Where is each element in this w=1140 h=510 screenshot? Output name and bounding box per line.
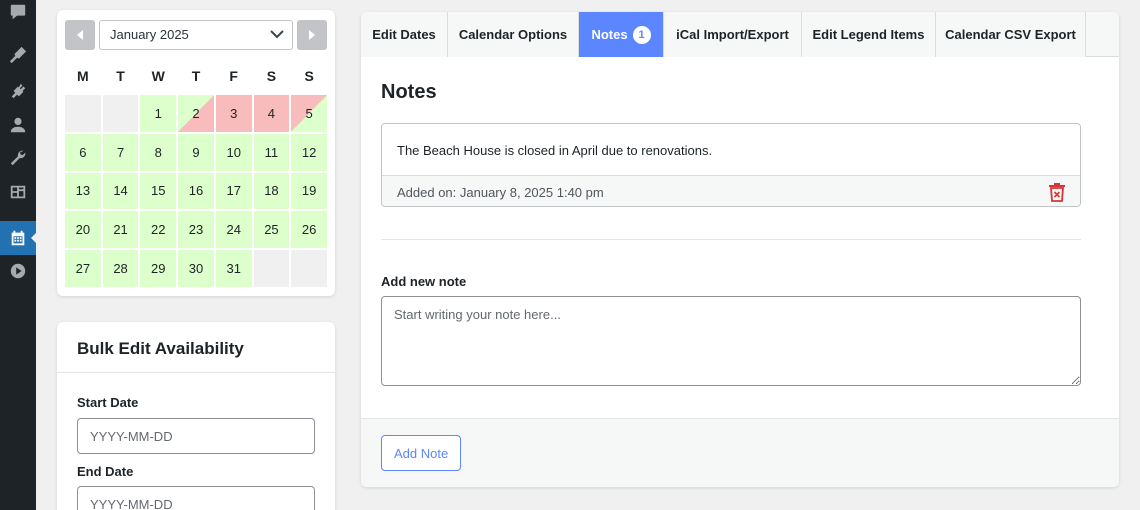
calendar-day[interactable]: 18 — [253, 172, 290, 210]
chevron-down-icon — [270, 30, 284, 39]
calendar-day[interactable]: 11 — [253, 133, 290, 171]
tab-label: Edit Dates — [372, 27, 436, 42]
tab-edit-legend-items[interactable]: Edit Legend Items — [802, 12, 936, 57]
calendar-day[interactable]: 2 — [178, 95, 214, 132]
section-divider — [381, 239, 1081, 240]
month-select-value: January 2025 — [110, 27, 189, 42]
weekday-header: M T W T F S S — [65, 68, 327, 88]
calendar-day[interactable]: 19 — [291, 172, 327, 210]
calendar-day[interactable]: 8 — [140, 133, 177, 171]
calendar-day[interactable]: 31 — [215, 250, 252, 287]
tab-label: Calendar CSV Export — [945, 27, 1076, 42]
add-note-button[interactable]: Add Note — [381, 435, 462, 471]
tab-calendar-csv-export[interactable]: Calendar CSV Export — [936, 12, 1086, 57]
end-date-input[interactable] — [77, 486, 315, 510]
new-note-textarea[interactable] — [381, 296, 1081, 386]
calendar-day[interactable]: 5 — [291, 95, 327, 132]
comments-icon[interactable] — [0, 0, 36, 29]
note-item: The Beach House is closed in April due t… — [381, 123, 1081, 207]
calendar-day-empty — [253, 250, 290, 287]
calendar-day[interactable]: 7 — [102, 133, 139, 171]
note-text: The Beach House is closed in April due t… — [397, 143, 713, 158]
calendar-day[interactable]: 15 — [140, 172, 177, 210]
calendar-day[interactable]: 25 — [253, 211, 290, 249]
calendar-day-empty — [102, 95, 139, 132]
tab-label: iCal Import/Export — [676, 27, 789, 42]
note-timestamp: Added on: January 8, 2025 1:40 pm — [397, 185, 604, 200]
calendar-day[interactable]: 21 — [102, 211, 139, 249]
bulk-edit-header: Bulk Edit Availability — [57, 322, 335, 373]
tab-bar: Edit Dates Calendar Options Notes 1 iCal… — [361, 12, 1119, 57]
tab-notes[interactable]: Notes 1 — [579, 12, 664, 57]
tab-edit-dates[interactable]: Edit Dates — [361, 12, 448, 57]
weekday-label: T — [191, 68, 201, 84]
tools-icon[interactable] — [0, 141, 36, 175]
calendar-day[interactable]: 6 — [65, 133, 101, 171]
previous-month-button[interactable] — [65, 20, 95, 50]
month-select[interactable]: January 2025 — [99, 20, 293, 50]
weekday-label: W — [151, 68, 165, 84]
calendar-day[interactable]: 13 — [65, 172, 101, 210]
calendar-day[interactable]: 29 — [140, 250, 177, 287]
bulk-edit-title: Bulk Edit Availability — [77, 339, 244, 358]
next-month-button[interactable] — [297, 20, 327, 50]
calendar-day[interactable]: 27 — [65, 250, 101, 287]
calendar-day[interactable]: 30 — [178, 250, 214, 287]
start-date-input[interactable] — [77, 418, 315, 454]
calendar-day-empty — [65, 95, 101, 132]
note-footer: Added on: January 8, 2025 1:40 pm — [382, 175, 1080, 206]
calendar-day[interactable]: 12 — [291, 133, 327, 171]
weekday-label: T — [116, 68, 125, 84]
calendar-day[interactable]: 22 — [140, 211, 177, 249]
tab-ical-import-export[interactable]: iCal Import/Export — [664, 12, 802, 57]
calendar-day[interactable]: 14 — [102, 172, 139, 210]
calendar-card: January 2025 M T W T F S S 1 2 3 4 5 6 7 8 9 10 11… — [57, 10, 335, 296]
calendar-day[interactable]: 24 — [215, 211, 252, 249]
arrow-right-icon — [309, 30, 315, 40]
calendar-day[interactable]: 1 — [140, 95, 177, 132]
tab-label: Notes — [591, 27, 628, 42]
tab-calendar-options[interactable]: Calendar Options — [448, 12, 579, 57]
tab-label: Calendar Options — [458, 27, 568, 42]
users-icon[interactable] — [0, 108, 36, 142]
calendar-day[interactable]: 3 — [215, 95, 252, 132]
calendar-editor-panel: Edit Dates Calendar Options Notes 1 iCal… — [361, 12, 1119, 487]
calendar-day[interactable]: 16 — [178, 172, 214, 210]
calendar-day[interactable]: 28 — [102, 250, 139, 287]
calendar-day[interactable]: 20 — [65, 211, 101, 249]
notes-title: Notes — [381, 81, 437, 103]
appearance-icon[interactable] — [0, 38, 36, 72]
admin-sidebar — [0, 0, 37, 510]
arrow-left-icon — [77, 30, 83, 40]
weekday-label: F — [229, 68, 238, 84]
weekday-label: S — [304, 68, 314, 84]
end-date-label: End Date — [77, 464, 134, 479]
bulk-edit-card: Bulk Edit Availability Start Date End Da… — [57, 322, 335, 510]
calendar-grid: 1 2 3 4 5 6 7 8 9 10 11 12 13 14 15 16 17 18 19 20 21 22 23 24 2… — [65, 95, 327, 287]
calendar-day[interactable]: 26 — [291, 211, 327, 249]
calendar-navigation: January 2025 — [65, 20, 327, 50]
calendar-icon[interactable] — [0, 221, 37, 255]
tab-label: Edit Legend Items — [812, 27, 925, 42]
delete-note-icon[interactable] — [1048, 182, 1066, 202]
add-note-label: Add new note — [381, 274, 467, 289]
calendar-day-empty — [291, 250, 327, 287]
calendar-day[interactable]: 17 — [215, 172, 252, 210]
calendar-day[interactable]: 9 — [178, 133, 214, 171]
media-play-icon[interactable] — [0, 254, 36, 288]
weekday-label: S — [266, 68, 277, 84]
notes-count-badge: 1 — [632, 25, 651, 44]
settings-icon[interactable] — [0, 175, 36, 209]
calendar-day[interactable]: 4 — [253, 95, 290, 132]
calendar-day[interactable]: 23 — [178, 211, 214, 249]
panel-footer: Add Note — [361, 418, 1119, 487]
plugins-icon[interactable] — [0, 74, 36, 108]
start-date-label: Start Date — [77, 395, 139, 410]
weekday-label: M — [77, 68, 89, 84]
calendar-day[interactable]: 10 — [215, 133, 252, 171]
